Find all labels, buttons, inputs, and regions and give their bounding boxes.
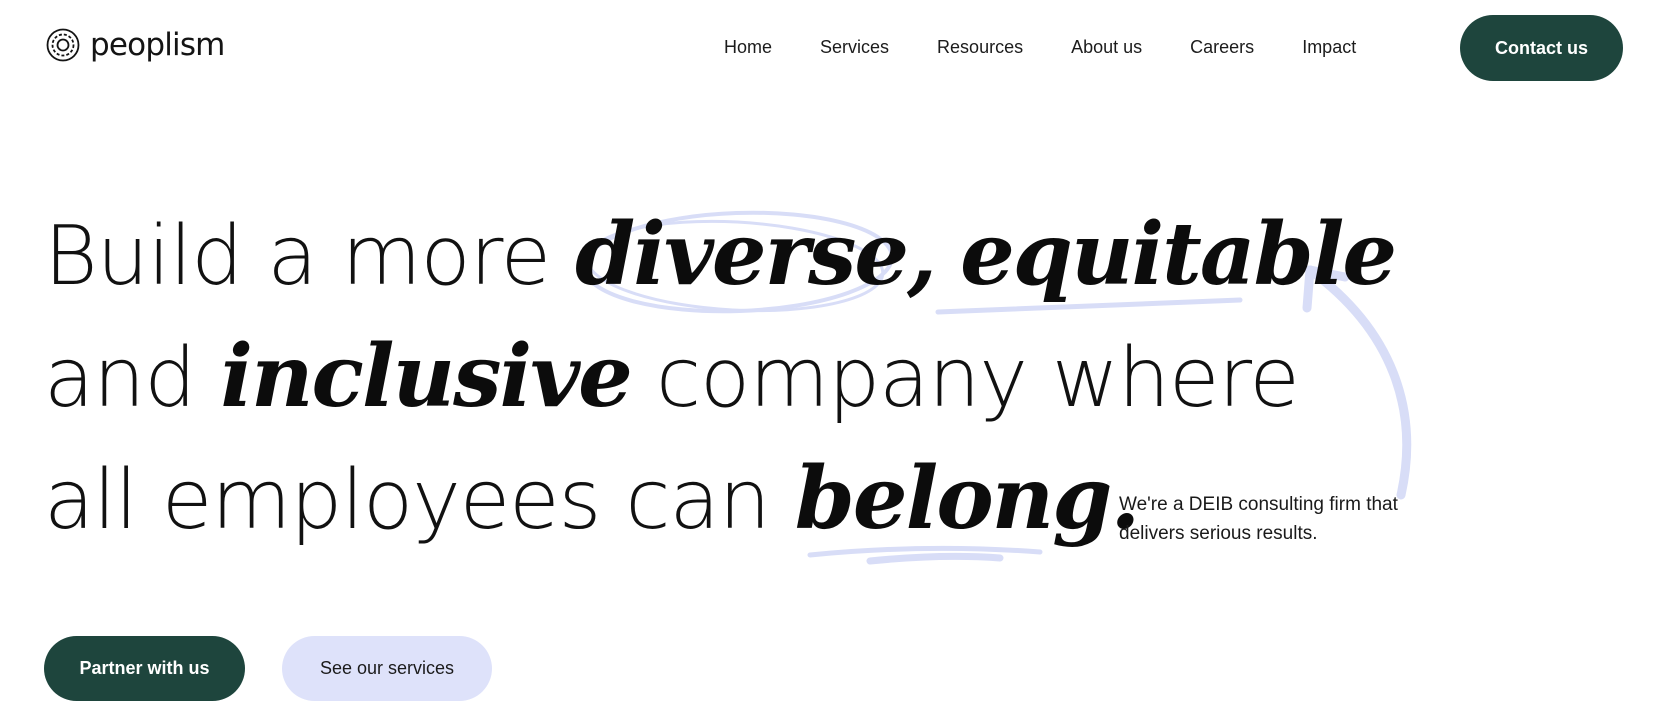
partner-with-us-button[interactable]: Partner with us [44, 636, 245, 701]
nav-about-us[interactable]: About us [1071, 37, 1142, 58]
hero-tagline: We're a DEIB consulting firm that delive… [1119, 494, 1398, 544]
nav-home[interactable]: Home [724, 37, 772, 58]
headline-script-diverse: diverse, [575, 204, 937, 305]
headline-text: company where [630, 331, 1300, 426]
nav-careers[interactable]: Careers [1190, 37, 1254, 58]
see-our-services-button[interactable]: See our services [282, 636, 492, 701]
headline-script-inclusive: inclusive [220, 326, 633, 427]
nav-resources[interactable]: Resources [937, 37, 1023, 58]
belong-underline-doodle [807, 545, 1043, 565]
nav-impact[interactable]: Impact [1302, 37, 1356, 58]
concentric-circles-logo-icon [46, 28, 80, 62]
headline-text: Build a more [44, 209, 576, 304]
hero-headline-line-3: all employees can belong. [44, 456, 1140, 542]
hero-headline-line-1: Build a more diverse, equitable [44, 212, 1397, 298]
brand-name: peoplism [90, 27, 225, 63]
headline-script-equitable: equitable [960, 204, 1397, 305]
nav-services[interactable]: Services [820, 37, 889, 58]
logo-link[interactable]: peoplism [46, 28, 225, 62]
hero-headline-line-2: and inclusive company where [44, 334, 1300, 420]
headline-text: and [44, 331, 221, 426]
contact-us-button[interactable]: Contact us [1460, 15, 1623, 81]
headline-script-belong: belong. [794, 448, 1140, 549]
headline-text: all employees can [44, 453, 795, 548]
page: peoplism Home Services Resources About u… [0, 0, 1672, 707]
main-nav: Home Services Resources About us Careers… [724, 14, 1356, 80]
